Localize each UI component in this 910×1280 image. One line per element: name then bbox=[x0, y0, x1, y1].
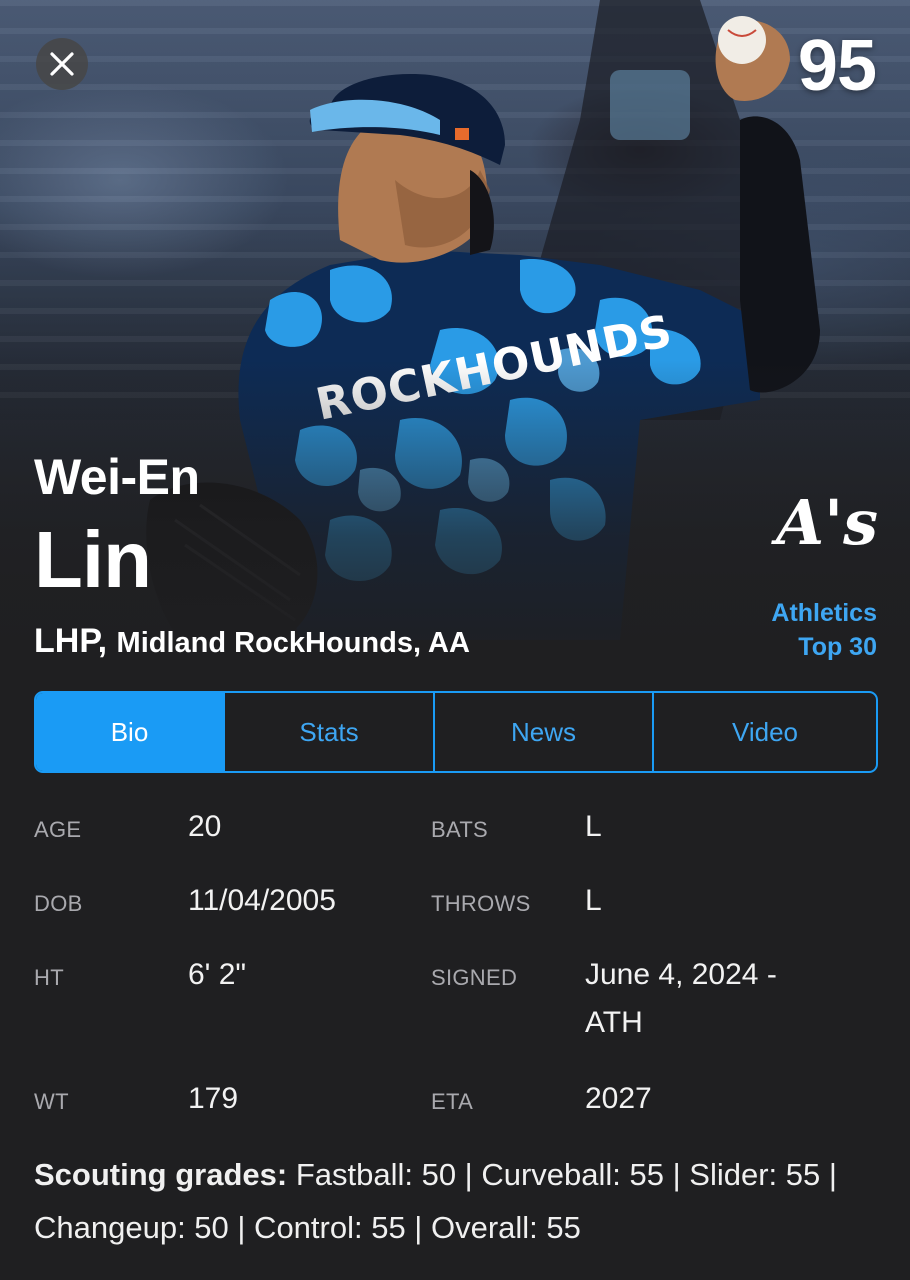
position-team-line: LHP, Midland RockHounds, AA bbox=[34, 624, 470, 658]
signed-value-team: ATH bbox=[585, 1006, 643, 1039]
bats-label: BATS bbox=[431, 817, 489, 842]
scouting-label: Scouting grades: bbox=[34, 1157, 288, 1192]
profile-tabs: Bio Stats News Video bbox=[34, 691, 878, 773]
org-rank-link[interactable]: Athletics Top 30 bbox=[771, 596, 877, 664]
org-rank-team: Athletics bbox=[771, 599, 877, 627]
throws-value: L bbox=[585, 884, 602, 917]
close-icon bbox=[50, 52, 74, 76]
tab-video[interactable]: Video bbox=[652, 693, 876, 771]
signed-value-date: June 4, 2024 - bbox=[585, 958, 777, 991]
comma-separator: , bbox=[97, 622, 117, 660]
player-team-level: Midland RockHounds, AA bbox=[116, 627, 470, 659]
tab-news[interactable]: News bbox=[433, 693, 652, 771]
wt-label: WT bbox=[34, 1089, 69, 1114]
player-position: LHP bbox=[34, 622, 98, 660]
wt-value: 179 bbox=[188, 1082, 239, 1115]
age-label: AGE bbox=[34, 817, 82, 842]
throws-label: THROWS bbox=[431, 891, 531, 916]
player-rating: 95 bbox=[797, 26, 877, 106]
eta-value: 2027 bbox=[585, 1082, 652, 1115]
athletics-logo-text: A's bbox=[771, 486, 878, 559]
ht-label: HT bbox=[34, 965, 64, 990]
athletics-logo[interactable]: A's bbox=[770, 472, 880, 562]
tab-stats[interactable]: Stats bbox=[223, 693, 433, 771]
eta-label: ETA bbox=[431, 1089, 474, 1114]
ht-value: 6' 2" bbox=[188, 958, 247, 991]
player-first-name: Wei-En bbox=[34, 449, 200, 505]
scouting-grades: Scouting grades: Fastball: 50 | Curvebal… bbox=[34, 1148, 878, 1254]
dob-value: 11/04/2005 bbox=[188, 884, 336, 917]
age-value: 20 bbox=[188, 810, 222, 843]
bats-value: L bbox=[585, 810, 602, 843]
org-rank-list: Top 30 bbox=[798, 633, 877, 661]
tab-bio[interactable]: Bio bbox=[36, 693, 223, 771]
signed-label: SIGNED bbox=[431, 965, 518, 990]
player-last-name: Lin bbox=[34, 515, 152, 604]
close-button[interactable] bbox=[36, 38, 88, 90]
dob-label: DOB bbox=[34, 891, 83, 916]
